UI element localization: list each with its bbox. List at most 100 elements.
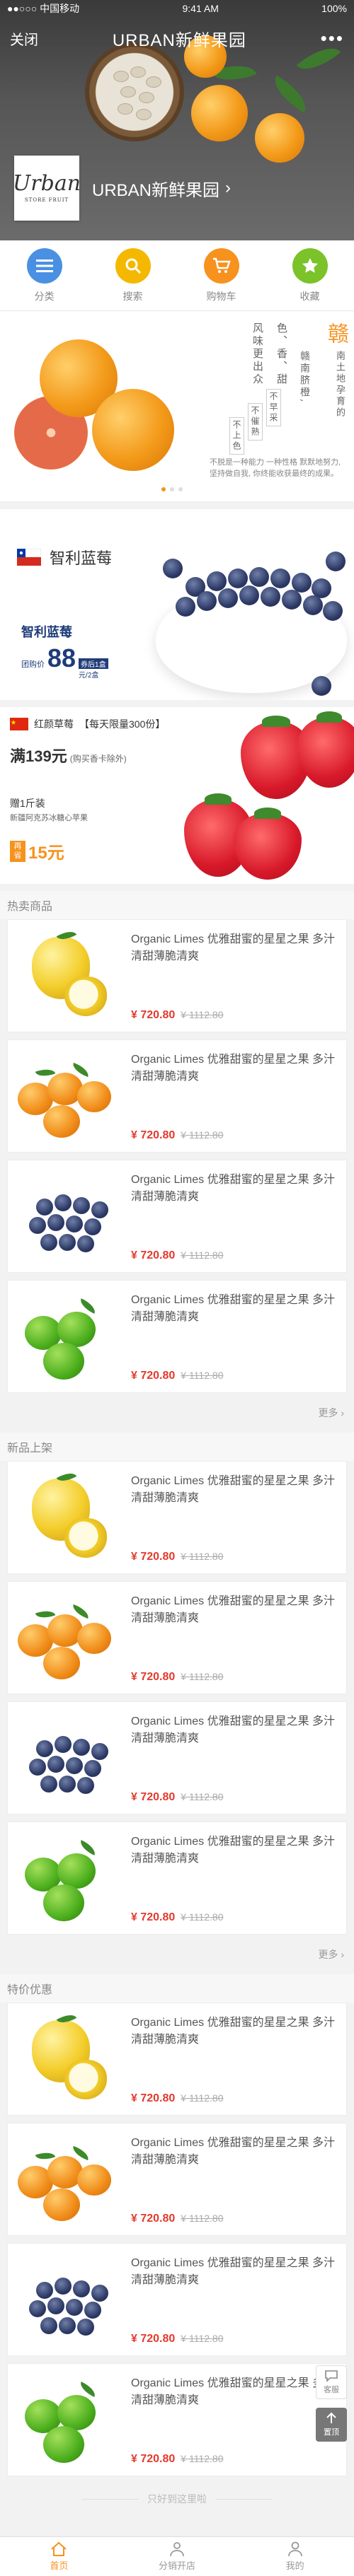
product-card[interactable]: Organic Limes 优雅甜蜜的星星之果 多汁清甜薄脆清爽 ¥ 720.80… (7, 2123, 347, 2236)
product-card[interactable]: Organic Limes 优雅甜蜜的星星之果 多汁清甜薄脆清爽 ¥ 720.80… (7, 2363, 347, 2476)
product-price: ¥ 720.80 (131, 2213, 176, 2225)
chat-icon (325, 2370, 338, 2382)
section-title: 热卖商品 (0, 891, 354, 919)
product-card[interactable]: Organic Limes 优雅甜蜜的星星之果 多汁清甜薄脆清爽 ¥ 720.80… (7, 1701, 347, 1814)
banner-big-char: 赣 (324, 322, 348, 346)
tab-home[interactable]: 首页 (16, 2541, 101, 2572)
banner-tag: 不上色 (229, 417, 244, 455)
product-original-price: ¥ 1112.80 (181, 2092, 224, 2104)
promo-banner-oranges[interactable]: 赣 南土地孕育的 赣南脐橙, 色、香、甜 风味更出众 不早采 不催熟 不上色 不… (0, 311, 354, 502)
product-image (8, 1281, 121, 1392)
customer-service-button[interactable]: 客服 (316, 2365, 347, 2399)
product-price: ¥ 720.80 (131, 1791, 176, 1803)
search-icon (115, 247, 151, 284)
promo-banner-blueberries[interactable]: 智利蓝莓 智利蓝莓 团购价 88 券后1盒 元/2盒 (0, 509, 354, 700)
product-card[interactable]: Organic Limes 优雅甜蜜的星星之果 多汁清甜薄脆清爽 ¥ 720.80… (7, 1461, 347, 1574)
product-card[interactable]: Organic Limes 优雅甜蜜的星星之果 多汁清甜薄脆清爽 ¥ 720.80… (7, 1039, 347, 1153)
product-name: Organic Limes 优雅甜蜜的星星之果 多汁清甜薄脆清爽 (131, 2017, 336, 2046)
product-name: Organic Limes 优雅甜蜜的星星之果 多汁清甜薄脆清爽 (131, 2257, 336, 2286)
product-card[interactable]: Organic Limes 优雅甜蜜的星星之果 多汁清甜薄脆清爽 ¥ 720.80… (7, 1581, 347, 1694)
product-sections: 热卖商品 Organic Limes 优雅甜蜜的星星之果 多汁清甜薄脆清爽 ¥ 72… (0, 891, 354, 2476)
store-logo: Urban STORE FRUIT (13, 156, 81, 221)
product-section: 特价优惠 Organic Limes 优雅甜蜜的星星之果 多汁清甜薄脆清爽 ¥ 72… (0, 1974, 354, 2476)
back-to-top-button[interactable]: 置顶 (316, 2408, 347, 2442)
product-card[interactable]: Organic Limes 优雅甜蜜的星星之果 多汁清甜薄脆清爽 ¥ 720.80… (7, 919, 347, 1032)
page-title: URBAN新鲜果园 (112, 30, 246, 50)
service-label: 客服 (324, 2386, 339, 2394)
product-card[interactable]: Organic Limes 优雅甜蜜的星星之果 多汁清甜薄脆清爽 ¥ 720.80… (7, 1160, 347, 1273)
product-card[interactable]: Organic Limes 优雅甜蜜的星星之果 多汁清甜薄脆清爽 ¥ 720.80… (7, 1280, 347, 1393)
banner-text-col: 赣南脐橙, (299, 351, 310, 404)
product-card[interactable]: Organic Limes 优雅甜蜜的星星之果 多汁清甜薄脆清爽 ¥ 720.80… (7, 2003, 347, 2116)
star-icon (292, 247, 328, 284)
product-card[interactable]: Organic Limes 优雅甜蜜的星星之果 多汁清甜薄脆清爽 ¥ 720.80… (7, 1822, 347, 1935)
price-tag: 券后1盒 (79, 658, 108, 669)
store-name: URBAN新鲜果园 (92, 180, 220, 200)
banner-tag: 不早采 (266, 389, 281, 426)
product-price: ¥ 720.80 (131, 1009, 176, 1021)
section-title: 新品上架 (0, 1433, 354, 1461)
product-price: ¥ 720.80 (131, 2453, 176, 2465)
product-name: Organic Limes 优雅甜蜜的星星之果 多汁清甜薄脆清爽 (131, 1294, 336, 1323)
tab-distribution[interactable]: 分销开店 (135, 2541, 219, 2572)
end-of-list: 只好到这里啦 (0, 2483, 354, 2514)
status-time: 9:41 AM (182, 3, 219, 14)
tab-label: 首页 (50, 2560, 69, 2571)
product-image (8, 1160, 121, 1272)
product-name: Organic Limes 优雅甜蜜的星星之果 多汁清甜薄脆清爽 (131, 1595, 336, 1624)
home-icon (51, 2541, 67, 2556)
product-name: Organic Limes 优雅甜蜜的星星之果 多汁清甜薄脆清爽 (131, 2377, 336, 2406)
tab-mine[interactable]: 我的 (253, 2541, 338, 2572)
category-item-list[interactable]: 分类 (9, 247, 80, 303)
carousel-indicator (161, 487, 183, 491)
promo-banner-strawberries[interactable]: 红颜草莓 【每天限量300份】 满139元 (购买香卡除外) 赠1斤装 新疆阿克… (0, 707, 354, 884)
product-name: Organic Limes 优雅甜蜜的星星之果 多汁清甜薄脆清爽 (131, 1715, 336, 1744)
category-item-search[interactable]: 搜索 (98, 247, 169, 303)
product-name: Organic Limes 优雅甜蜜的星星之果 多汁清甜薄脆清爽 (131, 1836, 336, 1865)
banner-text-col: 色、香、甜 (275, 322, 288, 386)
product-name: Organic Limes 优雅甜蜜的星星之果 多汁清甜薄脆清爽 (131, 933, 336, 962)
banner-text-col: 南土地孕育的 (334, 351, 345, 419)
section-title: 特价优惠 (0, 1974, 354, 2003)
user-group-icon (170, 2542, 184, 2557)
price-unit: 元/2盒 (79, 672, 99, 680)
category-item-cart[interactable]: 购物车 (186, 247, 257, 303)
more-menu-button[interactable]: ••• (321, 29, 344, 47)
store-brand-link[interactable]: Urban STORE FRUIT URBAN新鲜果园 › (13, 156, 232, 221)
cart-icon (203, 247, 239, 284)
promo-limit: 【每天限量300份】 (79, 718, 166, 730)
close-button[interactable]: 关闭 (10, 28, 38, 49)
product-original-price: ¥ 1112.80 (181, 1009, 224, 1020)
product-original-price: ¥ 1112.80 (181, 2213, 224, 2224)
status-bar: ●●○○○ 中国移动 9:41 AM 100% (0, 0, 354, 17)
tab-label: 分销开店 (158, 2560, 195, 2571)
product-card[interactable]: Organic Limes 优雅甜蜜的星星之果 多汁清甜薄脆清爽 ¥ 720.80… (7, 2243, 347, 2356)
banner-tag: 不催熟 (248, 403, 263, 441)
product-image (8, 1702, 121, 1814)
nav-bar: 关闭 URBAN新鲜果园 ••• (0, 17, 354, 59)
product-image (8, 1040, 121, 1152)
hero-header: ●●○○○ 中国移动 9:41 AM 100% 关闭 URBAN新鲜果园 •••… (0, 0, 354, 240)
category-item-favorites[interactable]: 收藏 (275, 247, 346, 303)
product-original-price: ¥ 1112.80 (181, 1551, 224, 1562)
arrow-up-icon (326, 2412, 336, 2423)
category-label: 收藏 (299, 290, 320, 302)
user-icon (287, 2541, 302, 2557)
chevron-right-icon: › (225, 178, 232, 197)
category-label: 购物车 (206, 290, 236, 302)
more-link[interactable]: 更多 › (0, 1942, 354, 1967)
banner-title: 智利蓝莓 (50, 549, 113, 567)
logo-subtext: STORE FRUIT (24, 197, 69, 203)
product-original-price: ¥ 1112.80 (181, 1791, 224, 1802)
product-image (8, 2123, 121, 2235)
product-original-price: ¥ 1112.80 (181, 2453, 224, 2464)
banner-text-col: 风味更出众 (251, 322, 264, 386)
product-section: 热卖商品 Organic Limes 优雅甜蜜的星星之果 多汁清甜薄脆清爽 ¥ 72… (0, 891, 354, 1426)
more-link[interactable]: 更多 › (0, 1400, 354, 1426)
product-original-price: ¥ 1112.80 (181, 1129, 224, 1141)
promo-price: 88 (47, 643, 76, 672)
save-amount: 15元 (28, 844, 64, 863)
tab-label: 我的 (285, 2560, 304, 2571)
product-price: ¥ 720.80 (131, 2092, 176, 2104)
product-image (8, 2244, 121, 2355)
